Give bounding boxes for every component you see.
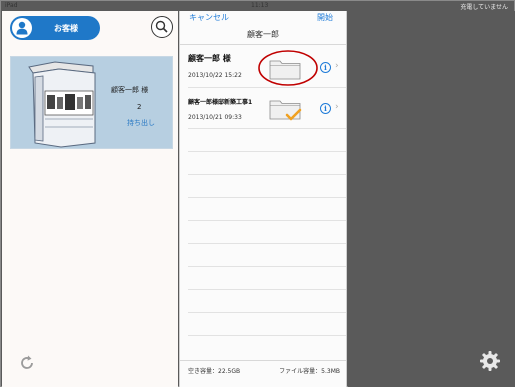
list-item-title: 顧客一郎 様 xyxy=(188,54,231,63)
row-divider xyxy=(188,243,346,244)
customer-panel: お客様 顧客一郎 様 2 持ち出し xyxy=(2,11,178,387)
takeout-link[interactable]: 持ち出し xyxy=(127,118,155,128)
clock: 11:13 xyxy=(251,2,269,9)
refresh-icon[interactable] xyxy=(18,354,36,377)
free-space: 空き容量：22.5GB xyxy=(188,368,241,375)
info-icon[interactable]: i xyxy=(320,103,331,114)
chevron-right-icon: › xyxy=(335,61,339,71)
document-count: 2 xyxy=(137,103,142,111)
popover-title: 顧客一郎 xyxy=(247,30,279,39)
dimmed-area xyxy=(348,11,515,387)
info-icon[interactable]: i xyxy=(320,62,331,73)
battery-status: 充電していません xyxy=(460,4,508,11)
header-divider xyxy=(180,44,346,45)
customer-button[interactable]: お客様 xyxy=(10,16,100,40)
search-icon[interactable] xyxy=(151,16,173,38)
row-divider xyxy=(188,266,346,267)
row-divider xyxy=(188,312,346,313)
user-icon xyxy=(12,18,32,38)
row-divider xyxy=(188,128,346,129)
chevron-right-icon: › xyxy=(335,102,339,112)
folder-icon xyxy=(269,100,302,121)
device-label: iPad xyxy=(5,2,18,9)
gear-icon[interactable] xyxy=(479,350,501,372)
row-divider xyxy=(188,174,346,175)
ipad-screen: iPad 11:13 充電していません お客様 顧客一郎 様 2 持ち出し キャ… xyxy=(0,0,515,387)
row-divider xyxy=(188,220,346,221)
open-button[interactable]: 開始 xyxy=(317,12,333,23)
customer-card[interactable]: 顧客一郎 様 2 持ち出し xyxy=(10,56,173,149)
list-item-title: 顧客一郎様邸新築工事1 xyxy=(188,99,253,106)
binder-icon xyxy=(28,61,96,148)
customer-button-label: お客様 xyxy=(54,24,78,33)
row-divider xyxy=(188,335,346,336)
row-divider xyxy=(188,151,346,152)
status-bar: iPad 11:13 充電していません xyxy=(1,1,515,11)
customer-name: 顧客一郎 様 xyxy=(111,86,149,94)
list-item[interactable]: 顧客一郎様邸新築工事1 2013/10/21 09:33 i › xyxy=(180,88,348,128)
cancel-button[interactable]: キャンセル xyxy=(189,12,229,23)
list-item-date: 2013/10/21 09:33 xyxy=(188,114,242,121)
document-popover: キャンセル 開始 顧客一郎 顧客一郎 様 2013/10/22 15:22 i … xyxy=(179,11,347,387)
footer-divider xyxy=(180,360,346,361)
row-divider xyxy=(188,197,346,198)
list-item[interactable]: 顧客一郎 様 2013/10/22 15:22 i › xyxy=(180,47,348,87)
folder-icon xyxy=(258,50,318,86)
row-divider xyxy=(188,289,346,290)
list-item-date: 2013/10/22 15:22 xyxy=(188,72,242,79)
file-size: ファイル容量：5.3MB xyxy=(279,368,340,375)
